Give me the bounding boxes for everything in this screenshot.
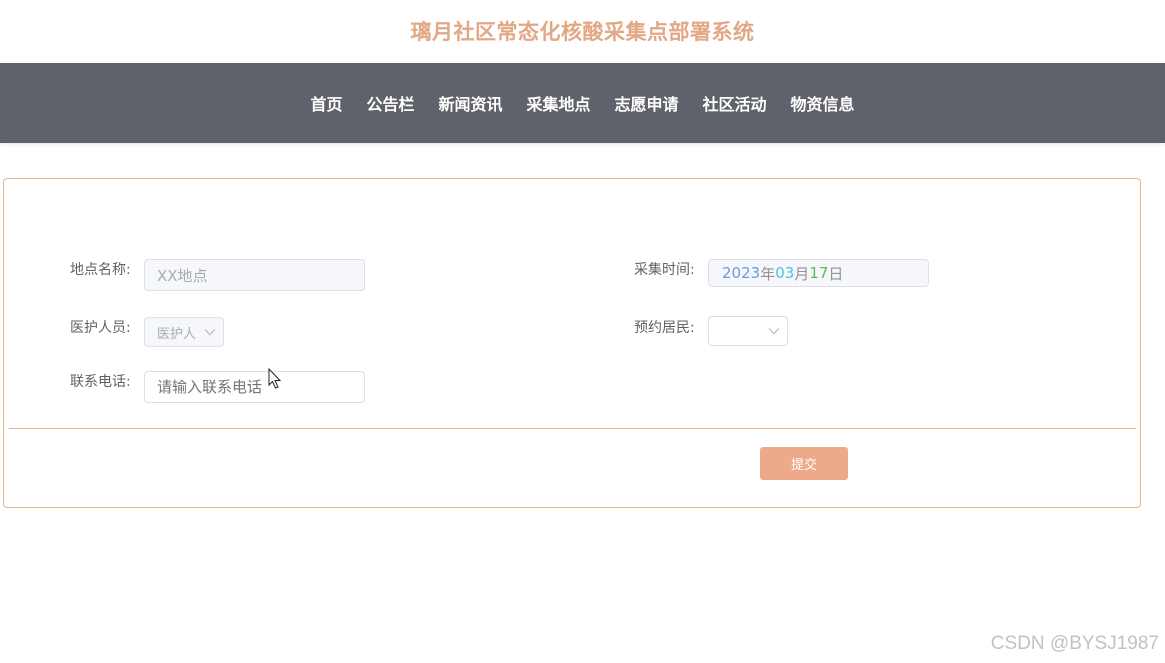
phone-input[interactable] xyxy=(144,371,365,403)
nav-item-collection-sites[interactable]: 采集地点 xyxy=(514,91,602,115)
date-year: 2023 xyxy=(722,264,761,282)
nav-item-bulletin[interactable]: 公告栏 xyxy=(354,91,426,115)
submit-button[interactable]: 提交 xyxy=(760,447,848,480)
date-month: 03 xyxy=(775,264,795,282)
collect-time-date[interactable]: 2023 年 03 月 17 日 xyxy=(708,259,929,287)
main-navbar: 首页 公告栏 新闻资讯 采集地点 志愿申请 社区活动 物资信息 xyxy=(0,63,1165,143)
form-divider xyxy=(9,428,1136,429)
chevron-down-icon xyxy=(204,329,216,336)
location-name-input[interactable]: XX地点 xyxy=(144,259,365,291)
reserved-resident-label: 预约居民: xyxy=(634,320,695,336)
site-title: 璃月社区常态化核酸采集点部署系统 xyxy=(410,20,755,44)
medical-staff-label: 医护人员: xyxy=(70,320,131,336)
date-year-unit: 年 xyxy=(760,264,776,283)
location-name-label: 地点名称: xyxy=(70,262,131,278)
appointment-form: 地点名称: XX地点 采集时间: 2023 年 03 月 17 日 医护人员: 医护人 预… xyxy=(3,178,1141,508)
medical-staff-value: 医护人 xyxy=(157,326,197,342)
nav-item-community-events[interactable]: 社区活动 xyxy=(691,91,779,115)
chevron-down-icon xyxy=(768,328,780,335)
reserved-resident-select[interactable] xyxy=(708,316,788,346)
date-day-unit: 日 xyxy=(828,264,844,283)
date-month-unit: 月 xyxy=(794,264,810,283)
location-name-value: XX地点 xyxy=(157,266,208,285)
nav-item-supplies[interactable]: 物资信息 xyxy=(779,91,867,115)
medical-staff-select[interactable]: 医护人 xyxy=(144,317,224,347)
nav-item-home[interactable]: 首页 xyxy=(298,91,354,115)
phone-label: 联系电话: xyxy=(70,374,131,390)
nav-item-news[interactable]: 新闻资讯 xyxy=(426,91,514,115)
page: 璃月社区常态化核酸采集点部署系统 首页 公告栏 新闻资讯 采集地点 志愿申请 社… xyxy=(0,0,1165,663)
watermark: CSDN @BYSJ1987 xyxy=(990,633,1159,654)
nav-item-volunteer[interactable]: 志愿申请 xyxy=(603,91,691,115)
mouse-cursor-icon xyxy=(268,368,282,389)
collect-time-label: 采集时间: xyxy=(634,262,695,278)
date-day: 17 xyxy=(809,264,829,282)
